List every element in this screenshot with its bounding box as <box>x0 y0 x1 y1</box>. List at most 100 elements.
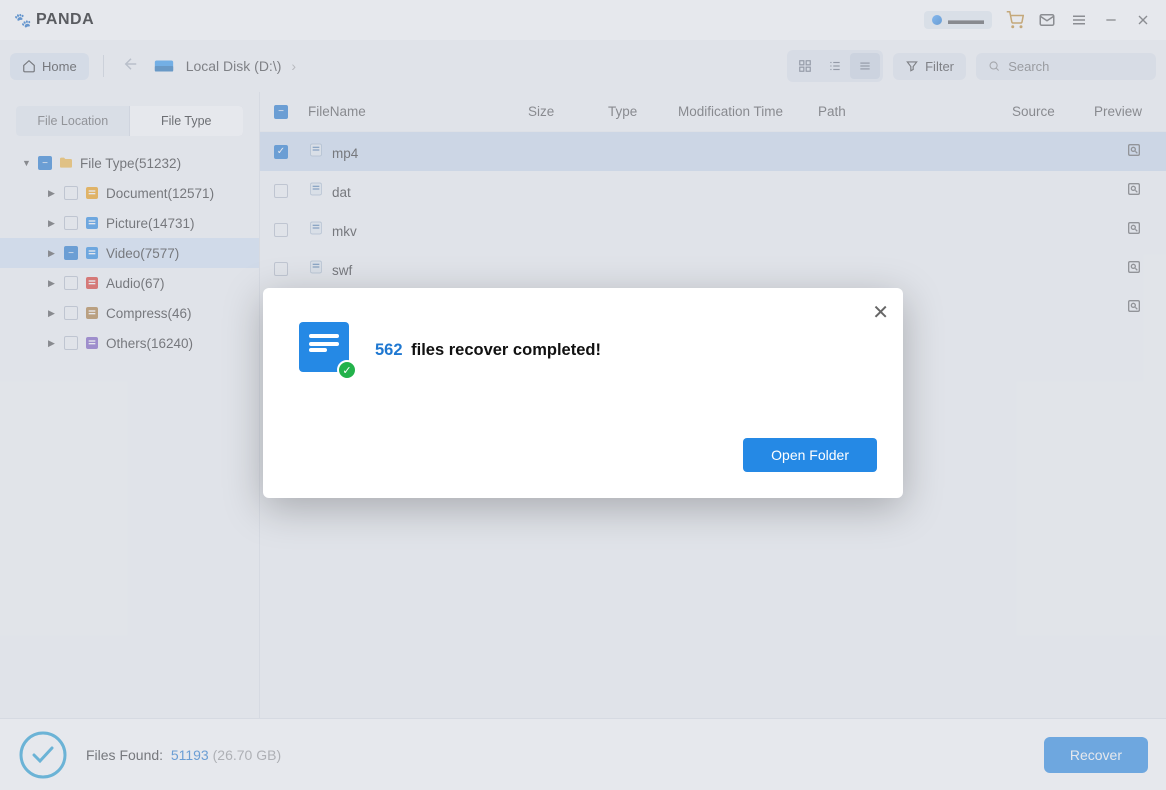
category-icon <box>84 245 100 261</box>
chevron-right-icon: ▶ <box>48 248 58 259</box>
tree-label: Others(16240) <box>106 336 193 351</box>
col-mod[interactable]: Modification Time <box>678 104 818 119</box>
modal-text: files recover completed! <box>411 341 601 359</box>
tree-item[interactable]: ▶Picture(14731) <box>0 208 259 238</box>
cell-name: mp4 <box>308 142 528 161</box>
modal-close-button[interactable]: ✕ <box>872 300 889 325</box>
filetype-icon <box>308 142 324 158</box>
table-row[interactable]: swf <box>260 249 1166 288</box>
preview-icon[interactable] <box>1126 224 1142 239</box>
mail-icon[interactable] <box>1038 11 1056 29</box>
tree-root[interactable]: ▼ − File Type(51232) <box>0 148 259 178</box>
cell-name: dat <box>308 181 528 200</box>
col-type[interactable]: Type <box>608 104 678 119</box>
search-icon <box>988 59 1000 73</box>
nav-back-icon[interactable] <box>118 51 144 82</box>
view-switch <box>787 50 883 82</box>
cart-icon[interactable] <box>1006 11 1024 29</box>
view-list-icon[interactable] <box>850 53 880 79</box>
tree-label: File Type(51232) <box>80 156 181 171</box>
chevron-right-icon: ▶ <box>48 218 58 229</box>
col-size[interactable]: Size <box>528 104 608 119</box>
chevron-right-icon: ▶ <box>48 338 58 349</box>
files-found-text: Files Found: 51193 (26.70 GB) <box>86 747 281 763</box>
user-chip[interactable]: ▬▬▬ <box>924 11 992 29</box>
tree: ▼ − File Type(51232) ▶ Document(12571) ▶Pi… <box>0 148 259 358</box>
home-label: Home <box>42 59 77 74</box>
titlebar: 🐾 PANDA ▬▬▬ <box>0 0 1166 40</box>
tab-file-type[interactable]: File Type <box>130 106 244 136</box>
disk-icon <box>152 55 176 77</box>
tree-item[interactable]: ▶−Video(7577) <box>0 238 259 268</box>
col-path[interactable]: Path <box>818 104 1012 119</box>
tree-label: Compress(46) <box>106 306 192 321</box>
filter-button[interactable]: Filter <box>893 53 966 80</box>
checkbox[interactable] <box>64 336 78 350</box>
tree-item[interactable]: ▶ Document(12571) <box>0 178 259 208</box>
filetype-icon <box>308 181 324 197</box>
table-row[interactable]: mkv <box>260 210 1166 249</box>
sidebar-tabs: File Location File Type <box>16 106 243 136</box>
row-checkbox[interactable] <box>274 262 288 276</box>
checkbox[interactable] <box>64 276 78 290</box>
checkbox[interactable] <box>64 186 78 200</box>
tree-item[interactable]: ▶ Others(16240) <box>0 328 259 358</box>
checkbox-all[interactable]: − <box>274 105 288 119</box>
checkbox[interactable] <box>64 216 78 230</box>
checkbox[interactable] <box>64 306 78 320</box>
tree-item[interactable]: ▶Audio(67) <box>0 268 259 298</box>
row-checkbox[interactable] <box>274 184 288 198</box>
minimize-icon[interactable] <box>1102 11 1120 29</box>
tree-label: Document(12571) <box>106 186 214 201</box>
recover-button[interactable]: Recover <box>1044 737 1148 773</box>
view-grid-icon[interactable] <box>790 53 820 79</box>
preview-icon[interactable] <box>1126 146 1142 161</box>
breadcrumb[interactable]: Local Disk (D:\) › <box>152 55 296 77</box>
filter-label: Filter <box>925 59 954 74</box>
table-row[interactable]: dat <box>260 171 1166 210</box>
row-checkbox[interactable] <box>274 223 288 237</box>
chevron-right-icon: › <box>291 58 296 74</box>
menu-icon[interactable] <box>1070 11 1088 29</box>
modal-message: 562 files recover completed! <box>375 341 601 360</box>
open-folder-button[interactable]: Open Folder <box>743 438 877 472</box>
col-name[interactable]: FileName <box>308 104 528 119</box>
view-detail-icon[interactable] <box>820 53 850 79</box>
category-icon <box>84 335 100 351</box>
preview-icon[interactable] <box>1126 302 1142 317</box>
category-icon <box>84 185 100 201</box>
chevron-down-icon: ▼ <box>22 158 32 168</box>
found-label: Files Found: <box>86 747 163 763</box>
table-row[interactable]: ✓ mp4 <box>260 132 1166 171</box>
row-checkbox[interactable]: ✓ <box>274 145 288 159</box>
table-header: − FileName Size Type Modification Time P… <box>260 92 1166 132</box>
chevron-right-icon: ▶ <box>48 188 58 199</box>
cell-name: swf <box>308 259 528 278</box>
tab-file-location[interactable]: File Location <box>16 106 130 136</box>
cell-name: mkv <box>308 220 528 239</box>
category-icon <box>84 275 100 291</box>
progress-ring-icon <box>18 730 68 780</box>
close-icon[interactable] <box>1134 11 1152 29</box>
category-icon <box>84 215 100 231</box>
checkbox[interactable]: − <box>38 156 52 170</box>
tree-item[interactable]: ▶Compress(46) <box>0 298 259 328</box>
checkbox[interactable]: − <box>64 246 78 260</box>
tree-label: Audio(67) <box>106 276 165 291</box>
separator <box>103 55 104 77</box>
search-box[interactable] <box>976 53 1156 80</box>
search-input[interactable] <box>1008 59 1144 74</box>
app-logo: 🐾 PANDA <box>14 11 94 29</box>
modal-count: 562 <box>375 341 403 359</box>
sidebar: File Location File Type ▼ − File Type(51… <box>0 92 260 718</box>
preview-icon[interactable] <box>1126 185 1142 200</box>
col-preview[interactable]: Preview <box>1082 104 1142 119</box>
filetype-icon <box>308 220 324 236</box>
folder-icon <box>58 155 74 171</box>
col-source[interactable]: Source <box>1012 104 1082 119</box>
footer: Files Found: 51193 (26.70 GB) Recover <box>0 718 1166 790</box>
preview-icon[interactable] <box>1126 263 1142 278</box>
recover-complete-modal: ✕ ✓ 562 files recover completed! Open Fo… <box>263 288 903 498</box>
found-count: 51193 <box>171 747 209 763</box>
home-button[interactable]: Home <box>10 53 89 80</box>
